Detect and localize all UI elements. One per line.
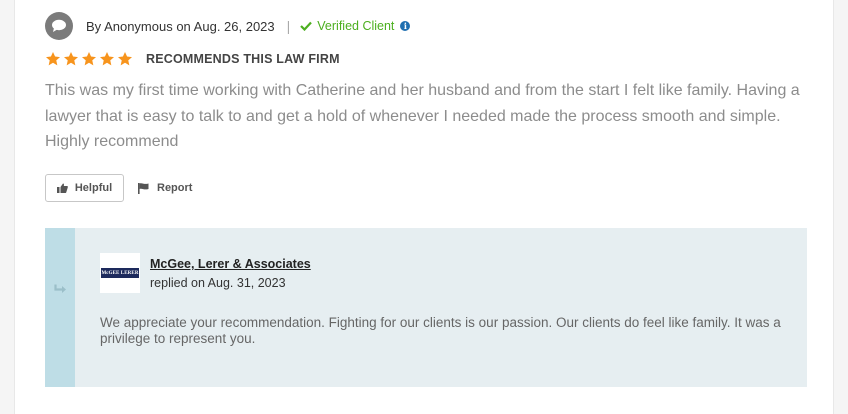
meta-separator: |: [286, 18, 291, 34]
speech-bubble-icon: [45, 12, 73, 40]
star-icon: [118, 52, 132, 66]
firm-reply: McGEE LERER McGee, Lerer & Associates re…: [45, 228, 807, 387]
info-icon[interactable]: i: [400, 21, 411, 31]
review-meta: By Anonymous on Aug. 26, 2023 | Verified…: [45, 12, 411, 40]
star-icon: [46, 52, 60, 66]
report-label: Report: [157, 182, 193, 194]
flag-icon: [138, 182, 149, 194]
firm-name-link[interactable]: McGee, Lerer & Associates: [150, 257, 311, 271]
reply-arrow-icon: [54, 284, 66, 293]
reply-content: McGEE LERER McGee, Lerer & Associates re…: [75, 228, 807, 387]
recommends-label: RECOMMENDS THIS LAW FIRM: [146, 52, 340, 66]
firm-logo[interactable]: McGEE LERER: [100, 253, 140, 293]
verified-badge: Verified Client i: [300, 19, 411, 33]
check-icon: [300, 21, 313, 31]
verified-label: Verified Client: [317, 19, 395, 33]
helpful-button[interactable]: Helpful: [45, 174, 124, 202]
rating-row: RECOMMENDS THIS LAW FIRM: [45, 50, 340, 68]
reply-date: replied on Aug. 31, 2023: [150, 276, 286, 290]
review-text: This was my first time working with Cath…: [45, 82, 800, 150]
reply-strip: [45, 228, 75, 387]
report-button[interactable]: Report: [138, 182, 192, 194]
star-icon: [64, 52, 78, 66]
reply-text: We appreciate your recommendation. Fight…: [100, 315, 781, 346]
review-author: By Anonymous on Aug. 26, 2023: [86, 18, 275, 34]
firm-logo-wordmark: McGEE LERER: [101, 268, 139, 278]
star-rating: [45, 51, 133, 67]
star-icon: [82, 52, 96, 66]
star-icon: [100, 52, 114, 66]
thumbs-up-icon: [56, 183, 68, 193]
helpful-label: Helpful: [74, 182, 113, 194]
review-actions: Helpful Report: [45, 173, 192, 203]
review-card: By Anonymous on Aug. 26, 2023 | Verified…: [14, 0, 834, 414]
